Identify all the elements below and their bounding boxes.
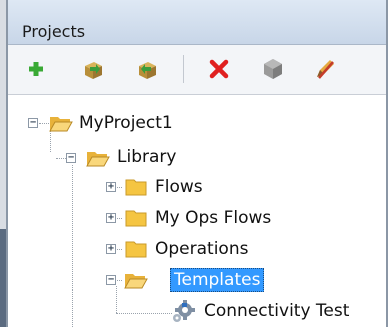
tree-item-myproject1[interactable]: MyProject1	[79, 112, 173, 134]
collapse-toggle[interactable]: −	[106, 275, 116, 285]
project-tree: − MyProject1 − Library + Flows + My Ops …	[8, 95, 386, 327]
open-folder-icon	[86, 152, 110, 167]
export-button[interactable]	[136, 57, 160, 81]
folder-icon	[125, 210, 147, 227]
toolbar-separator	[183, 55, 184, 83]
export-box-icon	[139, 62, 156, 79]
open-folder-icon	[49, 117, 73, 132]
folder-icon	[125, 179, 147, 196]
gear-flow-icon	[173, 300, 195, 322]
collapse-toggle[interactable]: −	[28, 118, 38, 128]
add-button[interactable]	[24, 57, 48, 81]
disabled-action-button[interactable]	[261, 57, 285, 81]
tree-item-my-ops-flows[interactable]: My Ops Flows	[155, 207, 271, 229]
projects-toolbar	[8, 45, 386, 95]
folder-icon	[125, 241, 147, 258]
expand-toggle[interactable]: +	[106, 244, 116, 254]
red-x-icon	[209, 59, 229, 79]
expand-toggle[interactable]: +	[106, 182, 116, 192]
expand-toggle[interactable]: +	[106, 213, 116, 223]
edit-button[interactable]	[313, 57, 337, 81]
import-button[interactable]	[81, 57, 105, 81]
tree-item-operations[interactable]: Operations	[155, 238, 248, 260]
tree-item-flows[interactable]: Flows	[155, 176, 203, 198]
delete-button[interactable]	[207, 57, 231, 81]
plus-icon	[29, 62, 43, 76]
open-folder-icon	[124, 274, 148, 289]
panel-title: Projects	[22, 22, 86, 41]
gray-cube-icon	[264, 59, 282, 79]
tree-item-connectivity-test[interactable]: Connectivity Test	[204, 300, 349, 322]
import-box-icon	[85, 62, 102, 79]
panel-header: Projects	[8, 0, 386, 45]
collapse-toggle[interactable]: −	[66, 153, 76, 163]
projects-panel: Projects − MyProject1 − Library + Flows …	[6, 0, 388, 327]
tree-item-library[interactable]: Library	[117, 146, 176, 168]
tree-item-templates[interactable]: Templates	[170, 268, 265, 292]
pencil-slash-icon	[317, 60, 334, 79]
